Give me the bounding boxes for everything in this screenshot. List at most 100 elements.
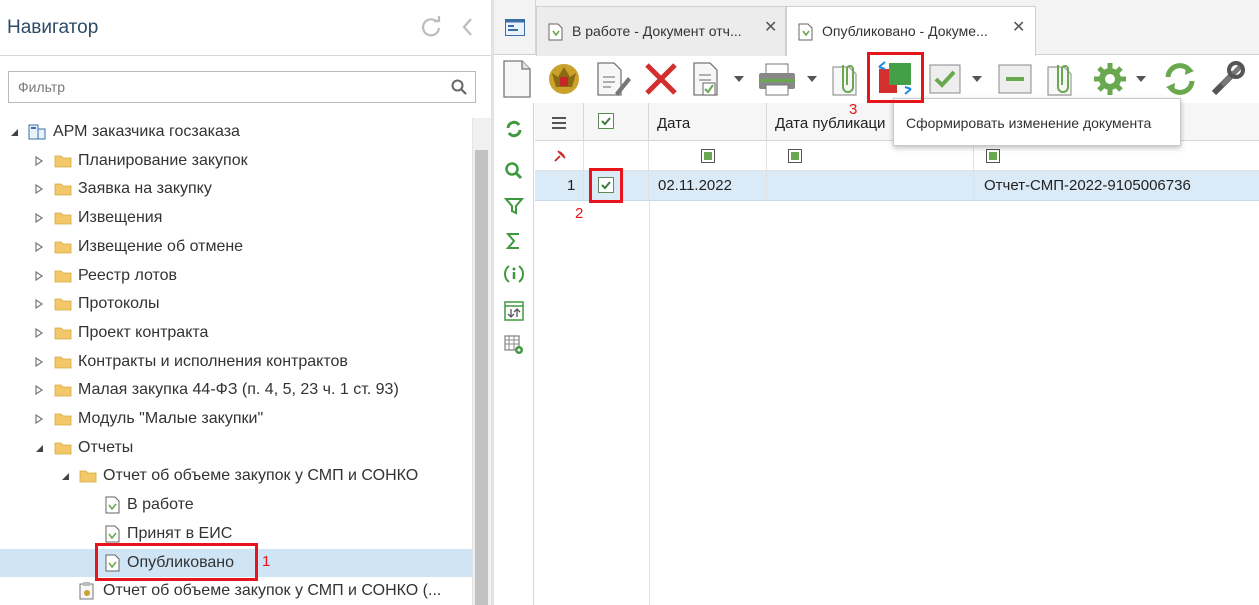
emblem-icon[interactable]	[544, 59, 584, 99]
collapsed-arrow-icon[interactable]	[34, 213, 44, 224]
tree-node[interactable]: Протоколы	[0, 290, 472, 318]
filter-field[interactable]	[8, 71, 476, 103]
menu-icon[interactable]	[552, 117, 566, 129]
approve-icon[interactable]	[927, 59, 963, 99]
collapse-panel-icon[interactable]	[459, 16, 477, 38]
collapsed-arrow-icon[interactable]	[34, 356, 44, 367]
select-all-header[interactable]	[584, 103, 649, 141]
new-document-icon[interactable]	[501, 59, 533, 99]
tree-node[interactable]: Извещения	[0, 204, 472, 232]
attachment-icon[interactable]	[1044, 59, 1080, 99]
info-icon[interactable]	[504, 264, 524, 284]
navigator-title: Навигатор	[7, 17, 99, 38]
tab-in-work[interactable]: В работе - Документ отч... ✕	[536, 6, 786, 56]
print-icon[interactable]	[756, 59, 798, 99]
chevron-down-icon[interactable]	[972, 76, 982, 82]
expanded-arrow-icon[interactable]	[60, 471, 70, 481]
tools-icon[interactable]	[1208, 59, 1248, 99]
folder-icon	[54, 180, 72, 198]
document-check-icon[interactable]	[691, 59, 723, 99]
pin-icon[interactable]	[552, 148, 568, 164]
navigator-tree: АРМ заказчика госзаказа Планирование заку…	[0, 118, 472, 605]
document-state-icon	[104, 496, 122, 514]
filter-input[interactable]	[9, 72, 444, 102]
close-icon[interactable]: ✕	[1012, 17, 1025, 37]
annotation-label: 2	[575, 205, 584, 222]
tree-scrollbar-thumb[interactable]	[475, 150, 488, 605]
collapsed-arrow-icon[interactable]	[34, 385, 44, 396]
delete-icon[interactable]	[643, 59, 679, 99]
tree-node-label: Отчет об объеме закупок у СМП и СОНКО (.…	[103, 582, 442, 600]
folder-icon	[54, 267, 72, 285]
collapsed-arrow-icon[interactable]	[34, 155, 44, 166]
row-number-cell: 1	[535, 171, 584, 201]
date-cell[interactable]: 02.11.2022	[649, 171, 767, 201]
filter-toggle[interactable]	[700, 149, 715, 163]
collapsed-arrow-icon[interactable]	[34, 414, 44, 424]
column-header-label: Дата	[657, 115, 691, 132]
tree-node[interactable]: Реестр лотов	[0, 262, 472, 290]
filter-toggle[interactable]	[986, 149, 1000, 163]
chevron-down-icon[interactable]	[734, 76, 744, 82]
folder-icon	[54, 295, 72, 313]
close-icon[interactable]: ✕	[764, 17, 777, 37]
filter-row-cell	[584, 141, 649, 171]
tree-node[interactable]: Отчет об объеме закупок у СМП и СОНКО (.…	[0, 577, 472, 605]
tab-desktop[interactable]	[494, 0, 536, 55]
tree-node[interactable]: Проект контракта	[0, 319, 472, 347]
tooltip-text: Сформировать изменение документа	[906, 115, 1152, 131]
expanded-arrow-icon[interactable]	[34, 443, 44, 453]
filter-date-cell[interactable]	[649, 141, 767, 171]
tree-node[interactable]: Извещение об отмене	[0, 233, 472, 261]
filter-toggle[interactable]	[788, 149, 802, 163]
chevron-down-icon[interactable]	[807, 76, 817, 82]
refresh-icon[interactable]	[504, 119, 524, 139]
tree-node[interactable]: Модуль "Малые закупки"	[0, 405, 472, 433]
collapsed-arrow-icon[interactable]	[34, 327, 44, 338]
select-all-checkbox[interactable]	[598, 113, 614, 129]
chevron-down-icon[interactable]	[1136, 76, 1146, 82]
column-menu-header[interactable]	[535, 103, 584, 141]
search-icon[interactable]	[451, 79, 467, 95]
tree-node[interactable]: АРМ заказчика госзаказа	[0, 118, 472, 146]
annotation-label: 3	[849, 101, 858, 118]
sum-icon[interactable]	[504, 231, 524, 251]
tab-label: Опубликовано - Докуме...	[822, 23, 988, 39]
tree-node-label: В работе	[127, 496, 194, 514]
tree-node[interactable]: Планирование закупок	[0, 147, 472, 175]
tree-node[interactable]: Отчеты	[0, 434, 472, 462]
refresh-icon[interactable]	[420, 16, 442, 38]
navigator-panel: Навигатор АРМ заказчика госзаказа Планиро…	[0, 0, 491, 605]
grid-settings-icon[interactable]	[504, 335, 524, 355]
tree-node-label: Протоколы	[78, 295, 160, 313]
collapsed-arrow-icon[interactable]	[34, 270, 44, 281]
highlight-box-checkbox	[589, 168, 623, 203]
tree-node-label: Модуль "Малые закупки"	[78, 410, 264, 427]
column-header-date[interactable]: Дата	[649, 103, 767, 141]
sync-icon[interactable]	[1160, 59, 1200, 99]
sort-columns-icon[interactable]	[504, 301, 524, 321]
tree-node[interactable]: Отчет об объеме закупок у СМП и СОНКО	[0, 462, 472, 490]
publication-date-cell[interactable]	[767, 171, 974, 201]
annotation-label: 1	[262, 553, 271, 570]
edit-document-icon[interactable]	[595, 59, 631, 99]
attachment-icon[interactable]	[829, 59, 865, 99]
search-icon[interactable]	[504, 161, 524, 181]
expanded-arrow-icon[interactable]	[9, 127, 19, 137]
date-value: 02.11.2022	[658, 177, 732, 194]
filter-row-cell[interactable]	[535, 141, 584, 171]
collapsed-arrow-icon[interactable]	[34, 241, 44, 252]
tree-node-label: Проект контракта	[78, 323, 209, 341]
collapsed-arrow-icon[interactable]	[34, 299, 44, 310]
tree-node-label: Малая закупка 44-ФЗ (п. 4, 5, 23 ч. 1 ст…	[78, 381, 399, 399]
tree-node[interactable]: Заявка на закупку	[0, 175, 472, 203]
collapsed-arrow-icon[interactable]	[34, 184, 44, 195]
tree-node[interactable]: В работе	[0, 491, 472, 519]
name-cell[interactable]: Отчет-СМП-2022-9105006736	[974, 171, 1259, 201]
settings-gear-icon[interactable]	[1091, 59, 1129, 99]
tab-published[interactable]: Опубликовано - Докуме... ✕	[786, 6, 1036, 56]
filter-icon[interactable]	[504, 196, 524, 216]
tree-node[interactable]: Контракты и исполнения контрактов	[0, 348, 472, 376]
tree-node[interactable]: Малая закупка 44-ФЗ (п. 4, 5, 23 ч. 1 ст…	[0, 376, 472, 404]
remove-icon[interactable]	[996, 59, 1034, 99]
